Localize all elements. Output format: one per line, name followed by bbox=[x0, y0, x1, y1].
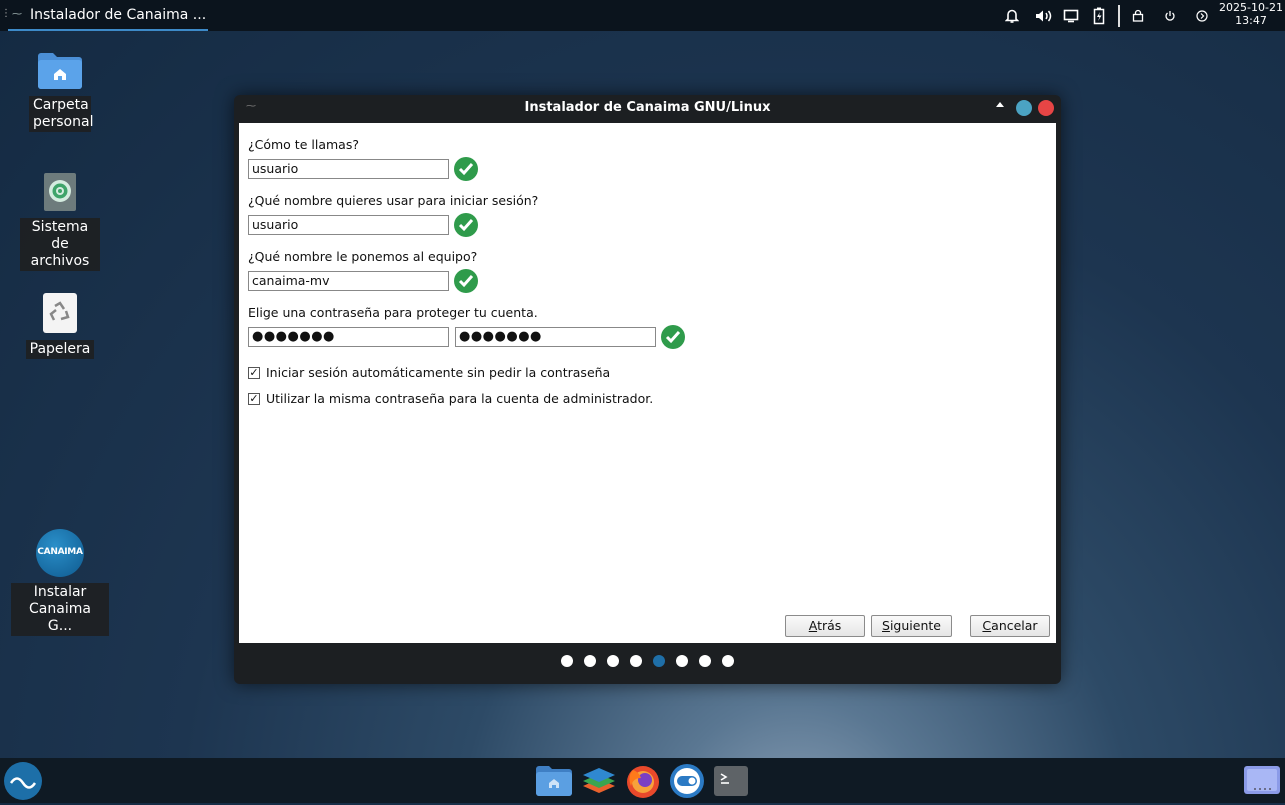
window-titlebar[interactable]: ⁓ Instalador de Canaima GNU/Linux bbox=[234, 95, 1061, 122]
installer-icon: ⁓ bbox=[12, 9, 22, 20]
back-button-label: trás bbox=[817, 618, 842, 633]
same-admin-password-checkbox[interactable]: ✓ bbox=[248, 392, 260, 405]
settings-toggle-icon[interactable] bbox=[669, 763, 705, 803]
window-maximize-button[interactable] bbox=[1016, 100, 1032, 116]
canaima-logo-text: CANAIMA bbox=[37, 547, 83, 557]
filesystem-icon bbox=[43, 172, 77, 212]
autologin-row[interactable]: ✓ Iniciar sesión automáticamente sin ped… bbox=[248, 365, 610, 380]
lock-icon[interactable] bbox=[1130, 0, 1146, 31]
desktop-icon-filesystem[interactable]: Sistema de archivos bbox=[10, 172, 110, 271]
window-title: Instalador de Canaima GNU/Linux bbox=[524, 100, 771, 115]
cancel-button-label: ancelar bbox=[991, 618, 1038, 633]
volume-icon[interactable] bbox=[1034, 0, 1054, 31]
next-button[interactable]: Siguiente bbox=[871, 615, 952, 637]
hostname-valid-icon bbox=[454, 269, 478, 293]
step-dot bbox=[607, 655, 619, 667]
session-icon[interactable] bbox=[1194, 0, 1210, 31]
same-admin-password-label: Utilizar la misma contraseña para la cue… bbox=[266, 391, 654, 406]
password-field[interactable]: ●●●●●●● bbox=[248, 327, 449, 347]
cancel-button-mnemonic: C bbox=[982, 618, 992, 633]
step-dot bbox=[584, 655, 596, 667]
battery-icon[interactable] bbox=[1091, 0, 1107, 31]
installer-window: ⁓ Instalador de Canaima GNU/Linux ¿Cómo … bbox=[234, 95, 1061, 684]
step-indicator bbox=[234, 655, 1061, 667]
login-valid-icon bbox=[454, 213, 478, 237]
clock-time: 13:47 bbox=[1235, 14, 1267, 27]
terminal-icon[interactable] bbox=[713, 765, 749, 801]
window-shade-button[interactable] bbox=[996, 102, 1004, 107]
hostname-question: ¿Qué nombre le ponemos al equipo? bbox=[248, 249, 478, 264]
password-valid-icon bbox=[661, 325, 685, 349]
trash-icon bbox=[42, 292, 78, 334]
cancel-button[interactable]: Cancelar bbox=[970, 615, 1050, 637]
desktop-icon-label: Papelera bbox=[25, 340, 95, 359]
name-question: ¿Cómo te llamas? bbox=[248, 137, 359, 152]
step-dot bbox=[676, 655, 688, 667]
hostname-field[interactable]: canaima-mv bbox=[248, 271, 449, 291]
login-field[interactable]: usuario bbox=[248, 215, 449, 235]
window-close-button[interactable] bbox=[1038, 100, 1054, 116]
desktop-icon-label: Instalar Canaima G... bbox=[11, 583, 109, 636]
clock-date: 2025-10-21 bbox=[1219, 1, 1283, 14]
installer-content: ¿Cómo te llamas? usuario ¿Qué nombre qui… bbox=[239, 123, 1056, 643]
app-launcher-icon[interactable] bbox=[3, 761, 43, 805]
step-dot bbox=[722, 655, 734, 667]
canaima-installer-icon: CANAIMA bbox=[36, 529, 84, 577]
home-folder-icon bbox=[37, 52, 83, 90]
name-field[interactable]: usuario bbox=[248, 159, 449, 179]
power-icon[interactable] bbox=[1162, 0, 1178, 31]
step-dot bbox=[699, 655, 711, 667]
desktop-icon-label: Carpeta personal bbox=[29, 96, 93, 132]
autologin-checkbox[interactable]: ✓ bbox=[248, 366, 260, 379]
clock[interactable]: 2025-10-21 13:47 bbox=[1218, 1, 1284, 27]
desktop-icon-label: Sistema de archivos bbox=[20, 218, 100, 271]
next-button-label: iguiente bbox=[889, 618, 941, 633]
top-panel: ⋮ ⁓ Instalador de Canaima ... 2025-10-21… bbox=[0, 0, 1285, 31]
back-button-mnemonic: A bbox=[808, 618, 818, 633]
display-icon[interactable] bbox=[1062, 0, 1080, 31]
layers-app-icon[interactable] bbox=[581, 765, 617, 801]
step-dot bbox=[561, 655, 573, 667]
taskbar-item-installer[interactable]: ⁓ Instalador de Canaima ... bbox=[8, 0, 208, 31]
login-question: ¿Qué nombre quieres usar para iniciar se… bbox=[248, 193, 539, 208]
desktop-icon-home[interactable]: Carpeta personal bbox=[10, 52, 110, 132]
step-dot bbox=[653, 655, 665, 667]
step-dot bbox=[630, 655, 642, 667]
password-question: Elige una contraseña para proteger tu cu… bbox=[248, 305, 538, 320]
desktop-icon-installer[interactable]: CANAIMA Instalar Canaima G... bbox=[10, 529, 110, 636]
taskbar-item-label: Instalador de Canaima ... bbox=[30, 6, 207, 23]
firefox-icon[interactable] bbox=[624, 762, 662, 804]
notification-bell-icon[interactable] bbox=[1003, 0, 1021, 31]
name-valid-icon bbox=[454, 157, 478, 181]
same-admin-password-row[interactable]: ✓ Utilizar la misma contraseña para la c… bbox=[248, 391, 653, 406]
autologin-label: Iniciar sesión automáticamente sin pedir… bbox=[266, 365, 611, 380]
next-button-mnemonic: S bbox=[882, 618, 890, 633]
workspace-switcher-icon[interactable] bbox=[1243, 765, 1281, 799]
file-manager-icon[interactable] bbox=[535, 765, 573, 801]
desktop-icon-trash[interactable]: Papelera bbox=[10, 292, 110, 359]
password-confirm-field[interactable]: ●●●●●●● bbox=[455, 327, 656, 347]
tray-separator bbox=[1118, 5, 1120, 27]
back-button[interactable]: Atrás bbox=[785, 615, 865, 637]
